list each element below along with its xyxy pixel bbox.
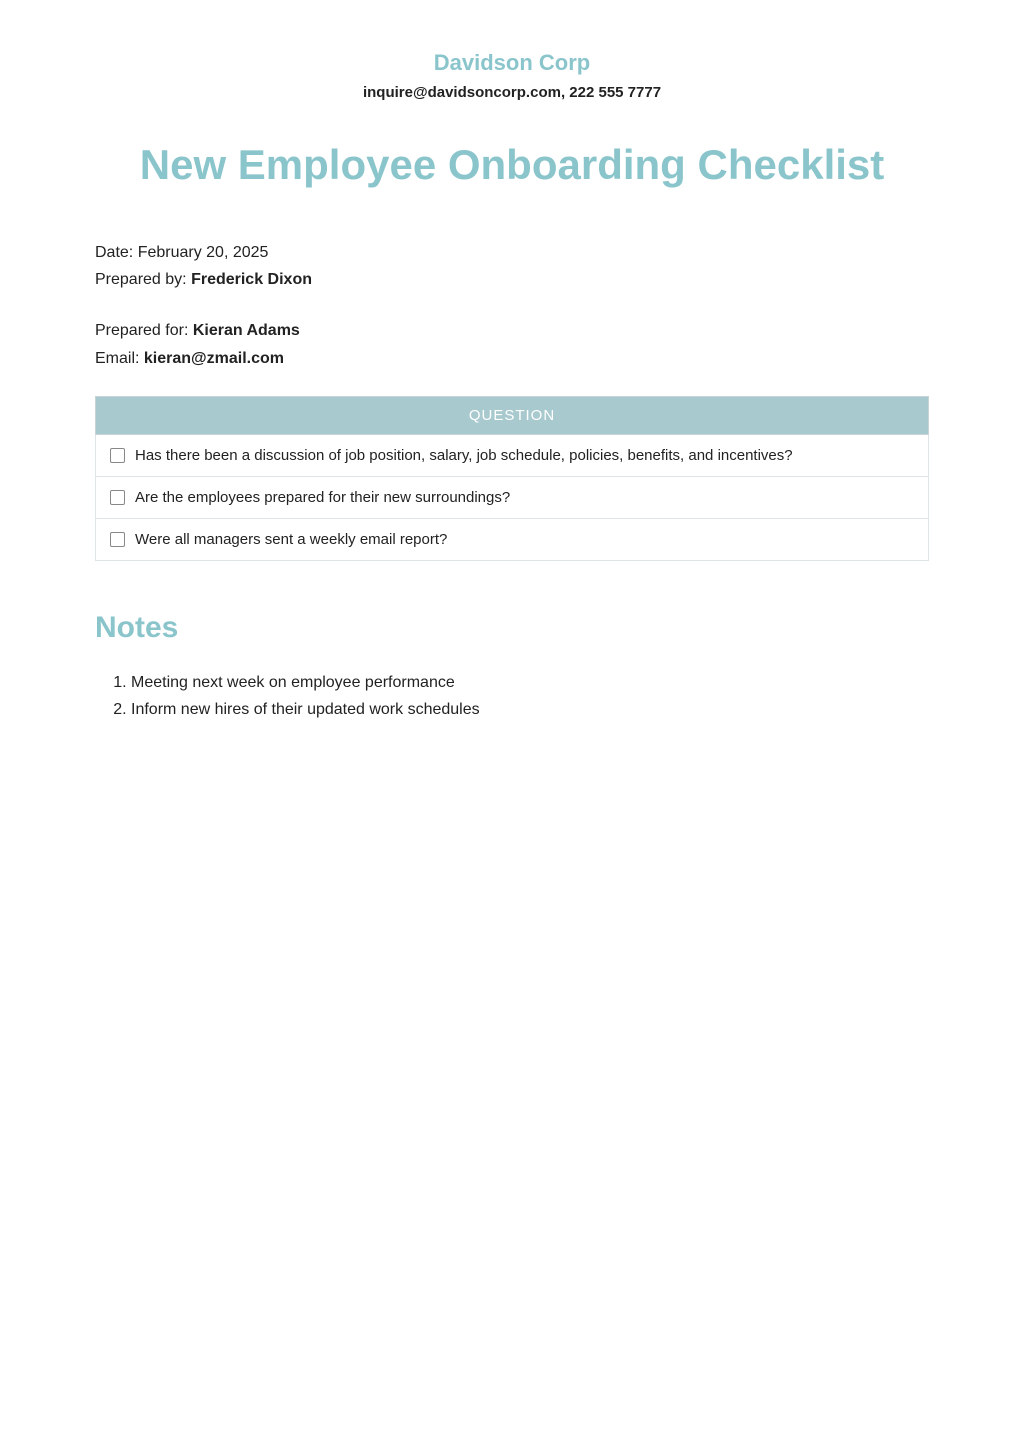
list-item: Meeting next week on employee performanc… [131, 669, 929, 696]
table-row: Are the employees prepared for their new… [96, 476, 929, 518]
contact-info: inquire@davidsoncorp.com, 222 555 7777 [95, 84, 929, 101]
question-text: Were all managers sent a weekly email re… [135, 531, 447, 548]
list-item: Inform new hires of their updated work s… [131, 696, 929, 723]
question-table: QUESTION Has there been a discussion of … [95, 396, 929, 561]
date-value: February 20, 2025 [138, 244, 269, 261]
date-label: Date: [95, 244, 138, 261]
notes-heading: Notes [95, 611, 929, 645]
checkbox-icon[interactable] [110, 448, 125, 463]
prepared-by-value: Frederick Dixon [191, 271, 312, 288]
company-name: Davidson Corp [95, 50, 929, 76]
table-row: Has there been a discussion of job posit… [96, 434, 929, 476]
notes-list: Meeting next week on employee performanc… [95, 669, 929, 723]
table-row: Were all managers sent a weekly email re… [96, 518, 929, 560]
email-label: Email: [95, 350, 144, 367]
prepared-for-value: Kieran Adams [193, 322, 300, 339]
checkbox-icon[interactable] [110, 490, 125, 505]
main-title: New Employee Onboarding Checklist [95, 141, 929, 189]
email-value: kieran@zmail.com [144, 350, 284, 367]
checkbox-icon[interactable] [110, 532, 125, 547]
question-header: QUESTION [96, 396, 929, 434]
document-header: Davidson Corp inquire@davidsoncorp.com, … [95, 50, 929, 101]
meta-date-block: Date: February 20, 2025 Prepared by: Fre… [95, 239, 929, 293]
question-text: Are the employees prepared for their new… [135, 489, 510, 506]
prepared-by-label: Prepared by: [95, 271, 191, 288]
meta-recipient-block: Prepared for: Kieran Adams Email: kieran… [95, 317, 929, 371]
question-text: Has there been a discussion of job posit… [135, 447, 793, 464]
prepared-for-label: Prepared for: [95, 322, 193, 339]
